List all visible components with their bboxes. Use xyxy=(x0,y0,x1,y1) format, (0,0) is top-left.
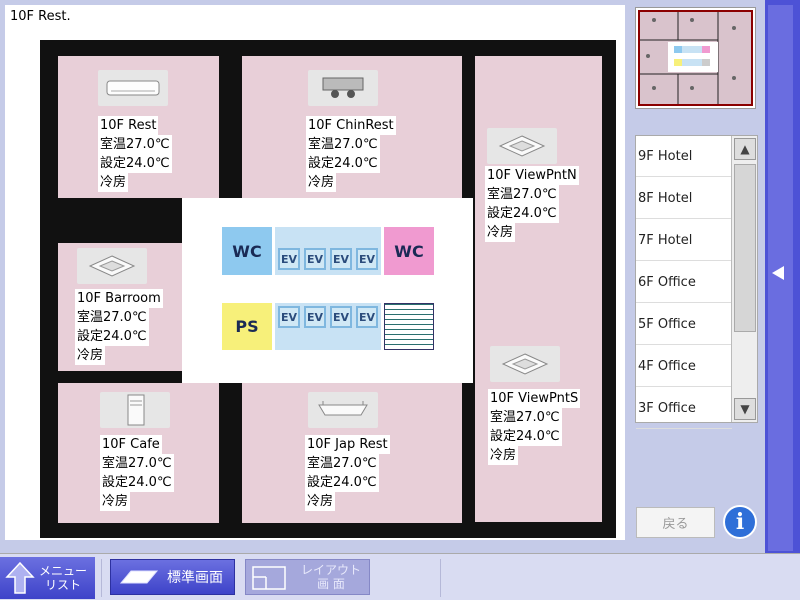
elevator-4: EV xyxy=(356,248,378,270)
floor-item-3f[interactable]: 3F Office xyxy=(636,388,732,429)
corridor-left-opening xyxy=(182,200,192,240)
cassette-ac-icon[interactable] xyxy=(77,248,147,284)
stairs xyxy=(384,303,434,350)
floor-ac-icon[interactable] xyxy=(100,392,170,428)
wc-left: WC xyxy=(222,227,272,275)
elevator-1: EV xyxy=(278,248,300,270)
floor-item-4f[interactable]: 4F Office xyxy=(636,346,732,387)
menu-list-label: メニュー リスト xyxy=(38,564,87,592)
standard-view-icon xyxy=(119,570,159,584)
divider xyxy=(440,559,441,597)
menu-list-button[interactable]: メニュー リスト xyxy=(0,557,95,599)
scroll-thumb[interactable] xyxy=(734,164,756,332)
corridor xyxy=(182,198,473,383)
floor-item-6f[interactable]: 6F Office xyxy=(636,262,732,303)
layout-view-button[interactable]: レイアウト 画 面 xyxy=(245,559,370,595)
cassette-ac-icon[interactable] xyxy=(490,346,560,382)
layout-view-icon xyxy=(252,566,286,590)
elevator-8: EV xyxy=(356,306,378,328)
up-arrow-icon xyxy=(5,561,35,594)
elevator-2: EV xyxy=(304,248,326,270)
scroll-up-icon[interactable]: ▲ xyxy=(734,138,756,160)
floor-item-5f[interactable]: 5F Office xyxy=(636,304,732,345)
ceiling-ac-icon[interactable] xyxy=(308,392,378,428)
info-viewpnts: 10F ViewPntS 室温27.0℃ 設定24.0℃ 冷房 xyxy=(488,389,581,465)
scroll-down-icon[interactable]: ▼ xyxy=(734,398,756,420)
info-barroom: 10F Barroom 室温27.0℃ 設定24.0℃ 冷房 xyxy=(75,289,163,365)
divider xyxy=(101,559,102,597)
info-japrest: 10F Jap Rest 室温27.0℃ 設定24.0℃ 冷房 xyxy=(305,435,390,511)
wall-ac-icon[interactable] xyxy=(98,70,168,106)
minimap-floor xyxy=(638,10,753,106)
floor-list-scrollbar[interactable]: ▲ ▼ xyxy=(731,136,757,422)
elevator-5: EV xyxy=(278,306,300,328)
floor-item-7f[interactable]: 7F Hotel xyxy=(636,220,732,261)
content-panel: 10F Rest. WC WC PS EV EV EV EV EV EV EV xyxy=(5,5,625,540)
building-minimap[interactable] xyxy=(635,7,756,109)
wc-right: WC xyxy=(384,227,434,275)
info-cafe: 10F Cafe 室温27.0℃ 設定24.0℃ 冷房 xyxy=(100,435,174,511)
cassette-ac-icon[interactable] xyxy=(487,128,557,164)
side-panel-toggle[interactable] xyxy=(765,0,800,553)
back-button[interactable]: 戻る xyxy=(636,507,715,538)
standard-view-label: 標準画面 xyxy=(167,570,223,586)
info-chinrest: 10F ChinRest 室温27.0℃ 設定24.0℃ 冷房 xyxy=(306,116,396,192)
layout-view-label: レイアウト 画 面 xyxy=(300,563,361,591)
elevator-6: EV xyxy=(304,306,326,328)
info-viewpntn: 10F ViewPntN 室温27.0℃ 設定24.0℃ 冷房 xyxy=(485,166,579,242)
ps-room: PS xyxy=(222,303,272,350)
ducted-ac-icon[interactable] xyxy=(308,70,378,106)
standard-view-button[interactable]: 標準画面 xyxy=(110,559,235,595)
info-rest: 10F Rest 室温27.0℃ 設定24.0℃ 冷房 xyxy=(98,116,172,192)
floor-plan: WC WC PS EV EV EV EV EV EV EV EV 10F Res… xyxy=(40,40,616,538)
floor-list: 9F Hotel 8F Hotel 7F Hotel 6F Office 5F … xyxy=(635,135,758,429)
main-frame: 10F Rest. WC WC PS EV EV EV EV EV EV EV xyxy=(0,0,630,553)
right-panel: 9F Hotel 8F Hotel 7F Hotel 6F Office 5F … xyxy=(630,0,765,553)
elevator-3: EV xyxy=(330,248,352,270)
bottom-bar: メニュー リスト 標準画面 レイアウト 画 面 xyxy=(0,553,800,600)
floor-item-8f[interactable]: 8F Hotel xyxy=(636,178,732,219)
floor-item-9f[interactable]: 9F Hotel xyxy=(636,136,732,177)
page-title: 10F Rest. xyxy=(10,9,71,24)
collapse-arrow-icon[interactable] xyxy=(772,266,784,280)
elevator-7: EV xyxy=(330,306,352,328)
info-icon[interactable]: i xyxy=(723,505,757,539)
